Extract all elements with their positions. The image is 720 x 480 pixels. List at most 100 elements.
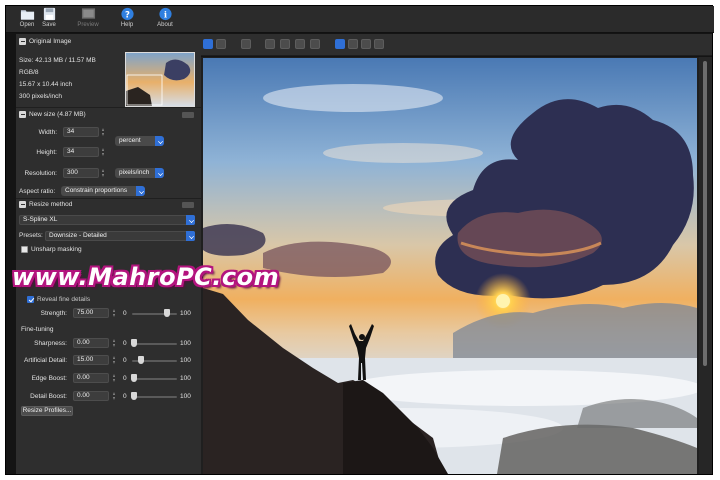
width-stepper[interactable] xyxy=(101,127,106,137)
zoom-out-icon[interactable] xyxy=(265,39,275,49)
unsharp-masking-checkbox[interactable] xyxy=(21,246,28,253)
split-vertical-icon[interactable] xyxy=(348,39,358,49)
edge-boost-stepper[interactable] xyxy=(112,373,117,383)
split-horizontal-icon[interactable] xyxy=(361,39,371,49)
thumbnail-image xyxy=(126,53,194,106)
resolution-field[interactable]: 300 xyxy=(63,168,99,178)
sharpness-field[interactable]: 0.00 xyxy=(73,338,109,348)
about-button[interactable]: i About xyxy=(150,6,180,33)
vertical-scrollbar[interactable] xyxy=(699,57,712,474)
detail-boost-slider-knob[interactable] xyxy=(131,392,137,400)
detail-boost-stepper[interactable] xyxy=(112,391,117,401)
original-thumbnail[interactable] xyxy=(125,52,195,107)
app-window: Open Save Preview ? Help i About Origina… xyxy=(5,5,714,475)
strength-stepper[interactable] xyxy=(112,308,117,318)
presets-label: Presets: xyxy=(19,232,43,239)
sharpness-min: 0 xyxy=(123,340,127,347)
resolution-label: Resolution: xyxy=(24,170,57,177)
sharpness-slider-knob[interactable] xyxy=(131,339,137,347)
floppy-disk-icon xyxy=(43,7,55,21)
save-button[interactable]: Save xyxy=(34,6,64,33)
folder-icon xyxy=(20,10,34,20)
unsharp-masking-label: Unsharp masking xyxy=(31,246,82,253)
sharpness-slider[interactable] xyxy=(132,343,177,345)
resize-method-title: Resize method xyxy=(29,201,73,208)
artificial-detail-field[interactable]: 15.00 xyxy=(73,355,109,365)
preview-button[interactable]: Preview xyxy=(73,6,103,33)
width-field[interactable]: 34 xyxy=(63,127,99,137)
fine-tuning-title: Fine-tuning xyxy=(21,326,54,333)
marquee-tool-icon[interactable] xyxy=(216,39,226,49)
detail-boost-slider[interactable] xyxy=(132,396,177,398)
rotate-right-icon[interactable] xyxy=(310,39,320,49)
original-image-title: Original Image xyxy=(29,38,72,45)
strength-slider[interactable] xyxy=(132,313,177,315)
svg-text:?: ? xyxy=(125,9,130,19)
height-stepper[interactable] xyxy=(101,147,106,157)
reveal-details-label: Reveal fine details xyxy=(37,296,91,303)
height-label: Height: xyxy=(36,149,57,156)
sharpness-stepper[interactable] xyxy=(112,338,117,348)
artificial-detail-max: 100 xyxy=(180,357,191,364)
edge-boost-max: 100 xyxy=(180,375,191,382)
single-view-icon[interactable] xyxy=(335,39,345,49)
edge-boost-slider-knob[interactable] xyxy=(131,374,137,382)
aspect-ratio-select[interactable]: Constrain proportions xyxy=(61,186,145,196)
side-by-side-icon[interactable] xyxy=(374,39,384,49)
resize-method-select[interactable]: S-Spline XL xyxy=(19,215,195,225)
aspect-ratio-label: Aspect ratio: xyxy=(19,188,56,195)
artificial-detail-slider-knob[interactable] xyxy=(137,356,144,364)
chevron-down-icon xyxy=(155,136,164,146)
view-toolbar xyxy=(201,34,712,56)
reveal-details-checkbox[interactable] xyxy=(27,296,34,303)
height-field[interactable]: 34 xyxy=(63,147,99,157)
chevron-down-icon xyxy=(155,168,164,178)
zoom-in-icon[interactable] xyxy=(280,39,290,49)
detail-boost-min: 0 xyxy=(123,393,127,400)
sharpness-label: Sharpness: xyxy=(34,340,67,347)
vertical-scrollbar-thumb[interactable] xyxy=(703,61,707,366)
resize-method-options-button[interactable] xyxy=(182,202,194,208)
info-icon: i xyxy=(158,7,172,21)
watermark-text: www.MahroPC.com xyxy=(12,263,280,291)
new-size-options-button[interactable] xyxy=(182,112,194,118)
edge-boost-slider[interactable] xyxy=(132,378,177,380)
strength-max: 100 xyxy=(180,310,191,317)
strength-slider-knob[interactable] xyxy=(164,309,170,317)
settings-panel: Original Image Size: 42.13 MB / 11.57 MB… xyxy=(16,34,201,474)
presets-select[interactable]: Downsize - Detailed xyxy=(45,231,195,241)
original-mode: RGB/8 xyxy=(19,69,39,76)
collapse-new-size-icon[interactable] xyxy=(19,111,26,118)
chevron-down-icon xyxy=(186,231,195,241)
new-size-title: New size (4.87 MB) xyxy=(29,111,86,118)
resolution-unit-select[interactable]: pixels/inch xyxy=(115,168,164,178)
detail-boost-field[interactable]: 0.00 xyxy=(73,391,109,401)
collapse-original-icon[interactable] xyxy=(19,38,26,45)
rotate-left-icon[interactable] xyxy=(295,39,305,49)
hand-tool-icon[interactable] xyxy=(203,39,213,49)
resolution-stepper[interactable] xyxy=(101,168,106,178)
collapse-resize-method-icon[interactable] xyxy=(19,201,26,208)
unit-select-value: percent xyxy=(119,137,141,144)
about-label: About xyxy=(157,22,173,28)
artificial-detail-label: Artificial Detail: xyxy=(24,357,67,364)
save-label: Save xyxy=(42,22,56,28)
svg-text:i: i xyxy=(163,9,166,19)
resize-method-value: S-Spline XL xyxy=(23,216,58,223)
sharpness-max: 100 xyxy=(180,340,191,347)
original-resolution: 300 pixels/inch xyxy=(19,93,62,100)
artificial-detail-min: 0 xyxy=(123,357,127,364)
presets-value: Downsize - Detailed xyxy=(49,232,107,239)
chevron-down-icon xyxy=(186,215,195,225)
original-size: Size: 42.13 MB / 11.57 MB xyxy=(19,57,96,64)
resize-profiles-button[interactable]: Resize Profiles... xyxy=(21,406,73,416)
unit-select[interactable]: percent xyxy=(115,136,164,146)
edge-boost-field[interactable]: 0.00 xyxy=(73,373,109,383)
main-toolbar: Open Save Preview ? Help i About xyxy=(6,6,714,33)
strength-field[interactable]: 75.00 xyxy=(73,308,109,318)
help-button[interactable]: ? Help xyxy=(112,6,142,33)
strength-label: Strength: xyxy=(40,310,67,317)
crop-tool-icon[interactable] xyxy=(241,39,251,49)
detail-boost-max: 100 xyxy=(180,393,191,400)
artificial-detail-stepper[interactable] xyxy=(112,355,117,365)
